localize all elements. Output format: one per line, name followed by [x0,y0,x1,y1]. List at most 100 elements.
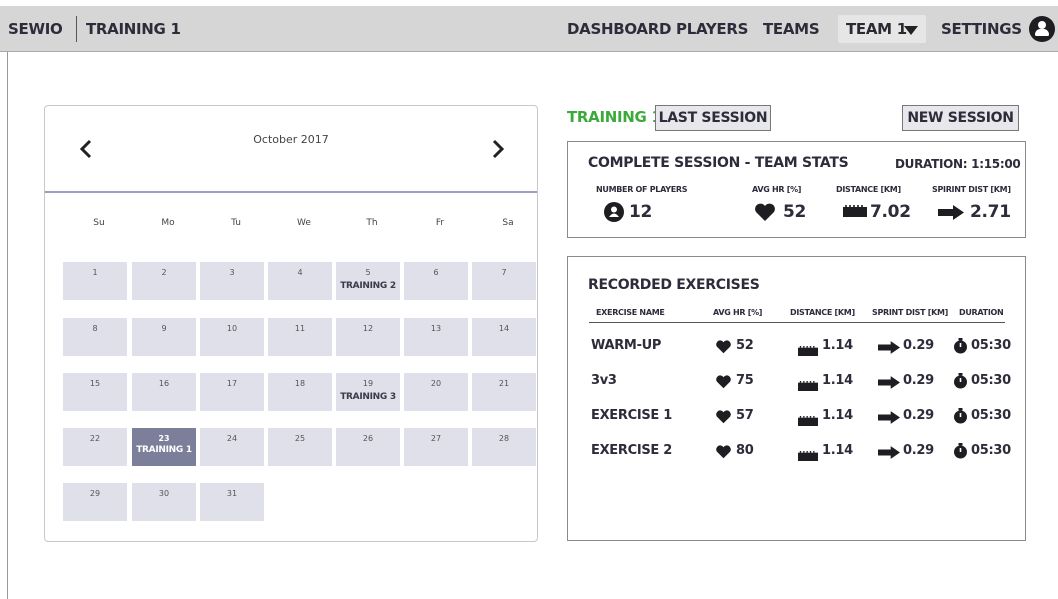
hr-value: 52 [783,202,807,222]
calendar-day[interactable]: 26 [336,428,400,466]
exercise-hr: 57 [736,408,754,423]
day-number: 19 [362,379,374,388]
calendar-day[interactable]: 18 [268,373,332,411]
exercise-sprint: 0.29 [903,408,934,423]
nav-players[interactable]: PLAYERS [676,20,748,38]
calendar-day[interactable]: 9 [132,318,196,356]
exercise-distance: 1.14 [822,443,853,458]
day-number: 27 [430,434,442,443]
calendar-day[interactable]: 24 [200,428,264,466]
divider [7,52,8,599]
session-title: TRAINING 1 [567,108,662,126]
day-number: 4 [297,268,303,277]
sprint-value: 2.71 [970,202,1011,222]
weekday-label: Th [366,218,378,228]
heart-icon [715,444,732,463]
caret-down-icon [904,26,918,35]
exercise-duration: 05:30 [971,443,1011,458]
calendar-day[interactable]: 17 [200,373,264,411]
exercise-duration: 05:30 [971,408,1011,423]
day-number: 18 [294,379,306,388]
user-avatar-icon[interactable] [1029,16,1055,42]
chevron-right-icon[interactable] [487,134,509,164]
day-number: 26 [362,434,374,443]
day-number: 17 [226,379,238,388]
day-number: 16 [158,379,170,388]
day-number: 22 [89,434,101,443]
calendar-day[interactable]: 1 [63,262,127,300]
calendar-day[interactable]: 2 [132,262,196,300]
table-header-divider [589,322,1005,323]
calendar-day[interactable]: 8 [63,318,127,356]
nav-teams[interactable]: TEAMS [763,20,820,38]
ruler-icon [798,341,818,360]
calendar-day[interactable]: 13 [404,318,468,356]
day-number: 30 [158,489,170,498]
brand-logo[interactable]: SEWIO [8,20,63,38]
day-number: 13 [430,324,442,333]
players-value: 12 [629,202,653,222]
calendar-day[interactable]: 25 [268,428,332,466]
stopwatch-icon [953,443,968,463]
exercise-distance: 1.14 [822,408,853,423]
team-dropdown-label: TEAM 1 [846,20,907,38]
calendar-day[interactable]: 7 [472,262,536,300]
exercise-duration: 05:30 [971,373,1011,388]
arrow-right-icon [878,339,900,358]
calendar-day[interactable]: 6 [404,262,468,300]
day-number: 14 [498,324,510,333]
nav-settings[interactable]: SETTINGS [941,20,1022,38]
day-number: 29 [89,489,101,498]
calendar-day[interactable]: 29 [63,483,127,521]
last-session-button[interactable]: LAST SESSION [655,105,771,131]
day-number: 2 [161,268,167,277]
nav-dashboard[interactable]: DASHBOARD [567,20,671,38]
user-circle-icon [604,202,624,222]
day-number: 6 [433,268,439,277]
exercises-heading: RECORDED EXERCISES [588,277,760,293]
calendar-day[interactable]: 23 TRAINING 1 [132,428,196,466]
calendar-day[interactable]: 20 [404,373,468,411]
calendar-day[interactable]: 14 [472,318,536,356]
calendar-day[interactable]: 19 TRAINING 3 [336,373,400,411]
day-number: 9 [161,324,167,333]
exercises-panel [567,256,1026,541]
new-session-button[interactable]: NEW SESSION [902,105,1019,131]
calendar-header: October 2017 [45,106,537,193]
exercise-sprint: 0.29 [903,373,934,388]
calendar-day[interactable]: 31 [200,483,264,521]
divider [76,16,77,42]
sprint-label: SPIRINT DIST [KM] [932,185,1011,194]
exercise-sprint: 0.29 [903,443,934,458]
weekday-label: Tu [231,218,241,228]
calendar-day[interactable]: 5 TRAINING 2 [336,262,400,300]
team-dropdown[interactable]: TEAM 1 [838,15,926,43]
arrow-right-icon [878,444,900,463]
calendar-day[interactable]: 22 [63,428,127,466]
calendar-day[interactable]: 15 [63,373,127,411]
day-event-label: TRAINING 1 [136,445,192,455]
arrow-right-icon [878,409,900,428]
day-number: 5 [365,268,371,277]
calendar-day[interactable]: 3 [200,262,264,300]
calendar-day[interactable]: 28 [472,428,536,466]
calendar-day[interactable]: 12 [336,318,400,356]
column-header: AVG HR [%] [713,308,763,317]
calendar-day[interactable]: 11 [268,318,332,356]
exercise-name: 3v3 [591,373,617,388]
calendar-day[interactable]: 4 [268,262,332,300]
weekday-label: Fr [435,218,445,228]
calendar-day[interactable]: 30 [132,483,196,521]
calendar-day[interactable]: 10 [200,318,264,356]
exercise-distance: 1.14 [822,338,853,353]
calendar-day[interactable]: 21 [472,373,536,411]
day-event-label: TRAINING 3 [340,392,396,402]
ruler-icon [798,376,818,395]
calendar-day[interactable]: 16 [132,373,196,411]
exercise-hr: 80 [736,443,754,458]
day-number: 24 [226,434,238,443]
calendar-day[interactable]: 27 [404,428,468,466]
exercise-hr: 75 [736,373,754,388]
day-number: 15 [89,379,101,388]
heart-icon [715,339,732,358]
